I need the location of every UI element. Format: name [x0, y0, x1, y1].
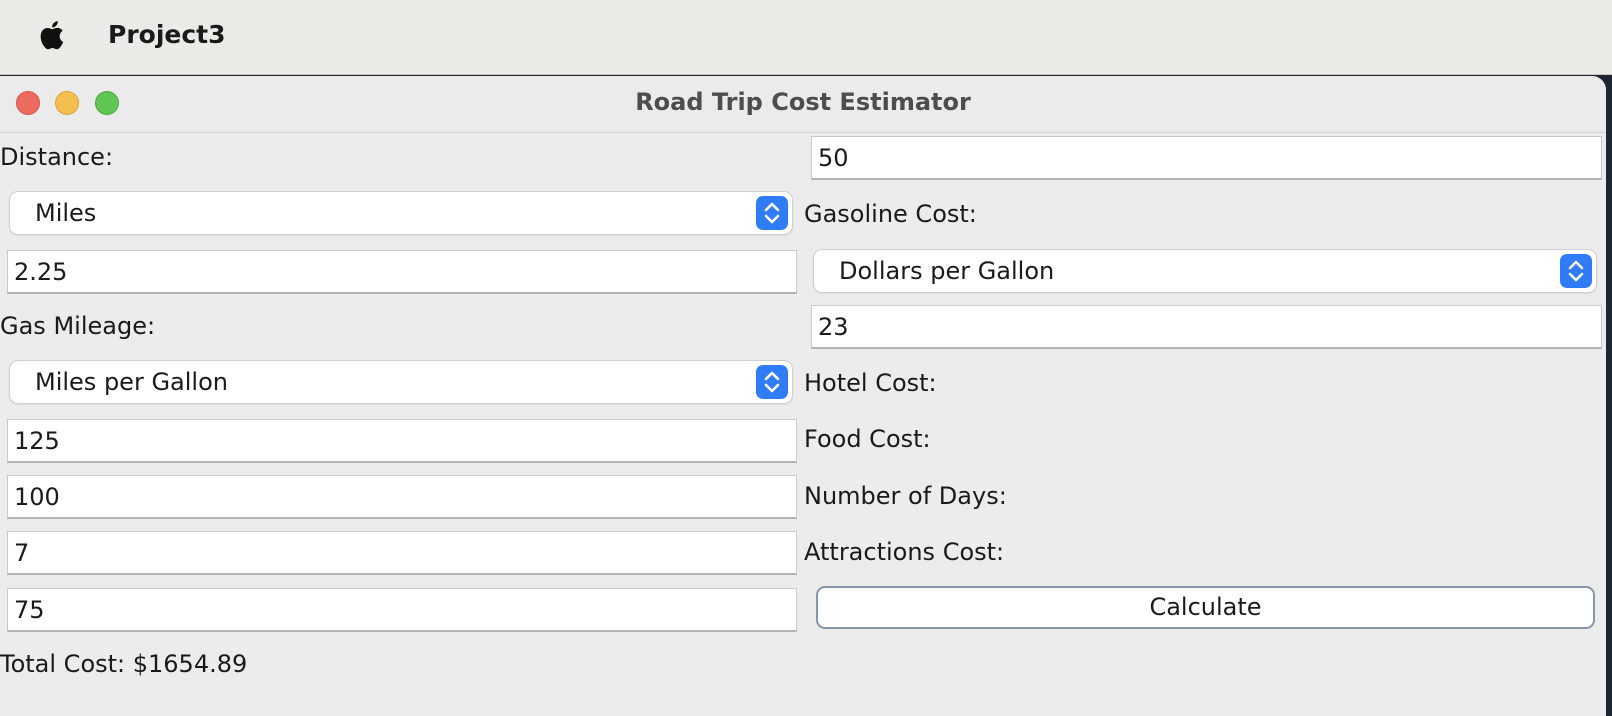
food-cost-label: Food Cost: [804, 425, 931, 453]
distance-input[interactable]: 50 [811, 136, 1602, 180]
attractions-cost-input[interactable]: 75 [7, 588, 797, 632]
up-down-chevron-icon [1560, 254, 1592, 288]
number-of-days-input[interactable]: 7 [7, 531, 797, 575]
window-title: Road Trip Cost Estimator [635, 88, 971, 116]
form-panel: Distance: 50 Miles Gasoline Cost: 2.25 D… [0, 133, 1606, 716]
food-cost-input[interactable]: 100 [7, 475, 797, 519]
number-of-days-label: Number of Days: [804, 482, 1007, 510]
menu-bar: Project3 [0, 0, 1612, 75]
gas-mileage-label: Gas Mileage: [0, 312, 156, 340]
app-window: Road Trip Cost Estimator Distance: 50 Mi… [0, 76, 1606, 716]
up-down-chevron-icon [756, 196, 788, 230]
gas-mileage-unit-value: Miles per Gallon [35, 368, 228, 396]
distance-label: Distance: [0, 143, 114, 171]
window-titlebar[interactable]: Road Trip Cost Estimator [0, 76, 1606, 133]
distance-unit-value: Miles [35, 199, 97, 227]
gas-mileage-unit-select[interactable]: Miles per Gallon [10, 361, 792, 403]
gasoline-cost-label: Gasoline Cost: [804, 200, 977, 228]
attractions-cost-label: Attractions Cost: [804, 538, 1005, 566]
gasoline-cost-unit-value: Dollars per Gallon [839, 257, 1055, 285]
hotel-cost-input[interactable]: 125 [7, 419, 797, 463]
total-cost-text: Total Cost: $1654.89 [0, 650, 248, 678]
apple-icon[interactable] [38, 17, 70, 53]
gasoline-cost-input[interactable]: 2.25 [7, 250, 797, 294]
hotel-cost-label: Hotel Cost: [804, 369, 937, 397]
up-down-chevron-icon [756, 365, 788, 399]
distance-unit-select[interactable]: Miles [10, 192, 792, 234]
calculate-button[interactable]: Calculate [816, 586, 1595, 629]
app-name-menu[interactable]: Project3 [108, 20, 226, 49]
gas-mileage-input[interactable]: 23 [811, 305, 1602, 349]
gasoline-cost-unit-select[interactable]: Dollars per Gallon [814, 250, 1596, 292]
